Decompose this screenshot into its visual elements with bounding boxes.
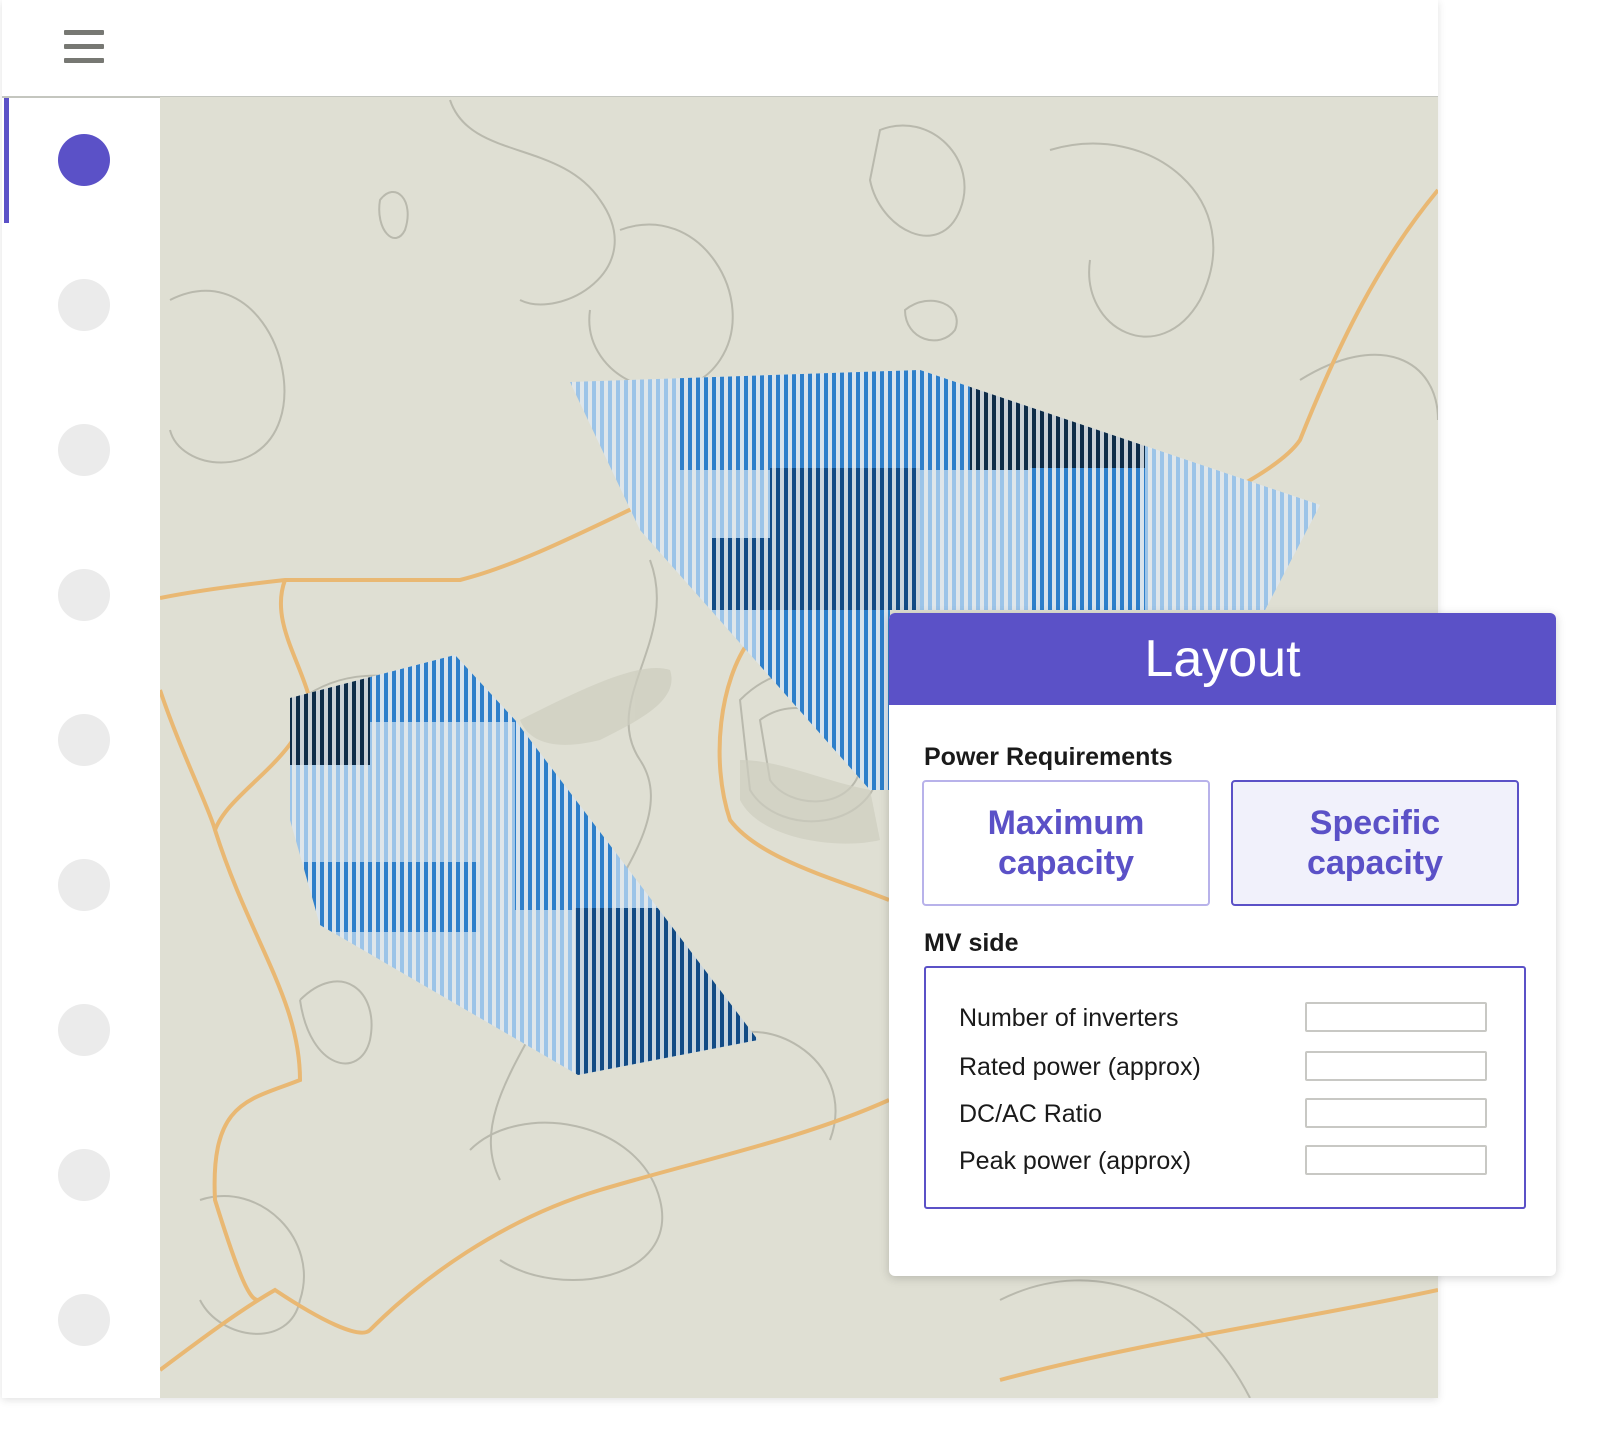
hamburger-menu-icon[interactable] bbox=[64, 30, 104, 70]
peak-power-input[interactable] bbox=[1305, 1145, 1487, 1175]
sidebar-item-4[interactable] bbox=[58, 569, 110, 621]
sidebar-item-9[interactable] bbox=[58, 1294, 110, 1346]
dc-ac-ratio-input[interactable] bbox=[1305, 1098, 1487, 1128]
sidebar-item-3[interactable] bbox=[58, 424, 110, 476]
panel-title: Layout bbox=[889, 613, 1556, 705]
field-label: Rated power (approx) bbox=[959, 1053, 1201, 1081]
sidebar-item-2[interactable] bbox=[58, 279, 110, 331]
field-row: Rated power (approx) bbox=[959, 1051, 1487, 1082]
maximum-capacity-label: Maximum capacity bbox=[987, 804, 1145, 882]
field-label: Peak power (approx) bbox=[959, 1147, 1192, 1175]
sidebar-item-8[interactable] bbox=[58, 1149, 110, 1201]
sidebar-item-7[interactable] bbox=[58, 1004, 110, 1056]
power-requirements-label: Power Requirements bbox=[924, 743, 1173, 771]
field-row: Number of inverters bbox=[959, 1002, 1487, 1033]
field-label: Number of inverters bbox=[959, 1004, 1179, 1032]
mv-side-label: MV side bbox=[924, 929, 1019, 957]
field-row: DC/AC Ratio bbox=[959, 1098, 1487, 1129]
sidebar-item-1[interactable] bbox=[58, 134, 110, 186]
number-of-inverters-input[interactable] bbox=[1305, 1002, 1487, 1032]
top-bar bbox=[2, 0, 1438, 98]
sidebar-item-6[interactable] bbox=[58, 859, 110, 911]
mv-side-form: Number of inverters Rated power (approx)… bbox=[924, 966, 1526, 1209]
rated-power-input[interactable] bbox=[1305, 1051, 1487, 1081]
specific-capacity-label: Specific capacity bbox=[1306, 804, 1444, 882]
maximum-capacity-button[interactable]: Maximum capacity bbox=[922, 780, 1210, 906]
field-row: Peak power (approx) bbox=[959, 1145, 1487, 1176]
layout-panel: Layout Power Requirements Maximum capaci… bbox=[889, 613, 1556, 1276]
solar-area-south[interactable] bbox=[280, 640, 780, 1090]
field-label: DC/AC Ratio bbox=[959, 1100, 1103, 1128]
specific-capacity-button[interactable]: Specific capacity bbox=[1231, 780, 1519, 906]
active-indicator bbox=[4, 98, 9, 223]
sidebar-item-5[interactable] bbox=[58, 714, 110, 766]
sidebar bbox=[2, 98, 160, 1398]
